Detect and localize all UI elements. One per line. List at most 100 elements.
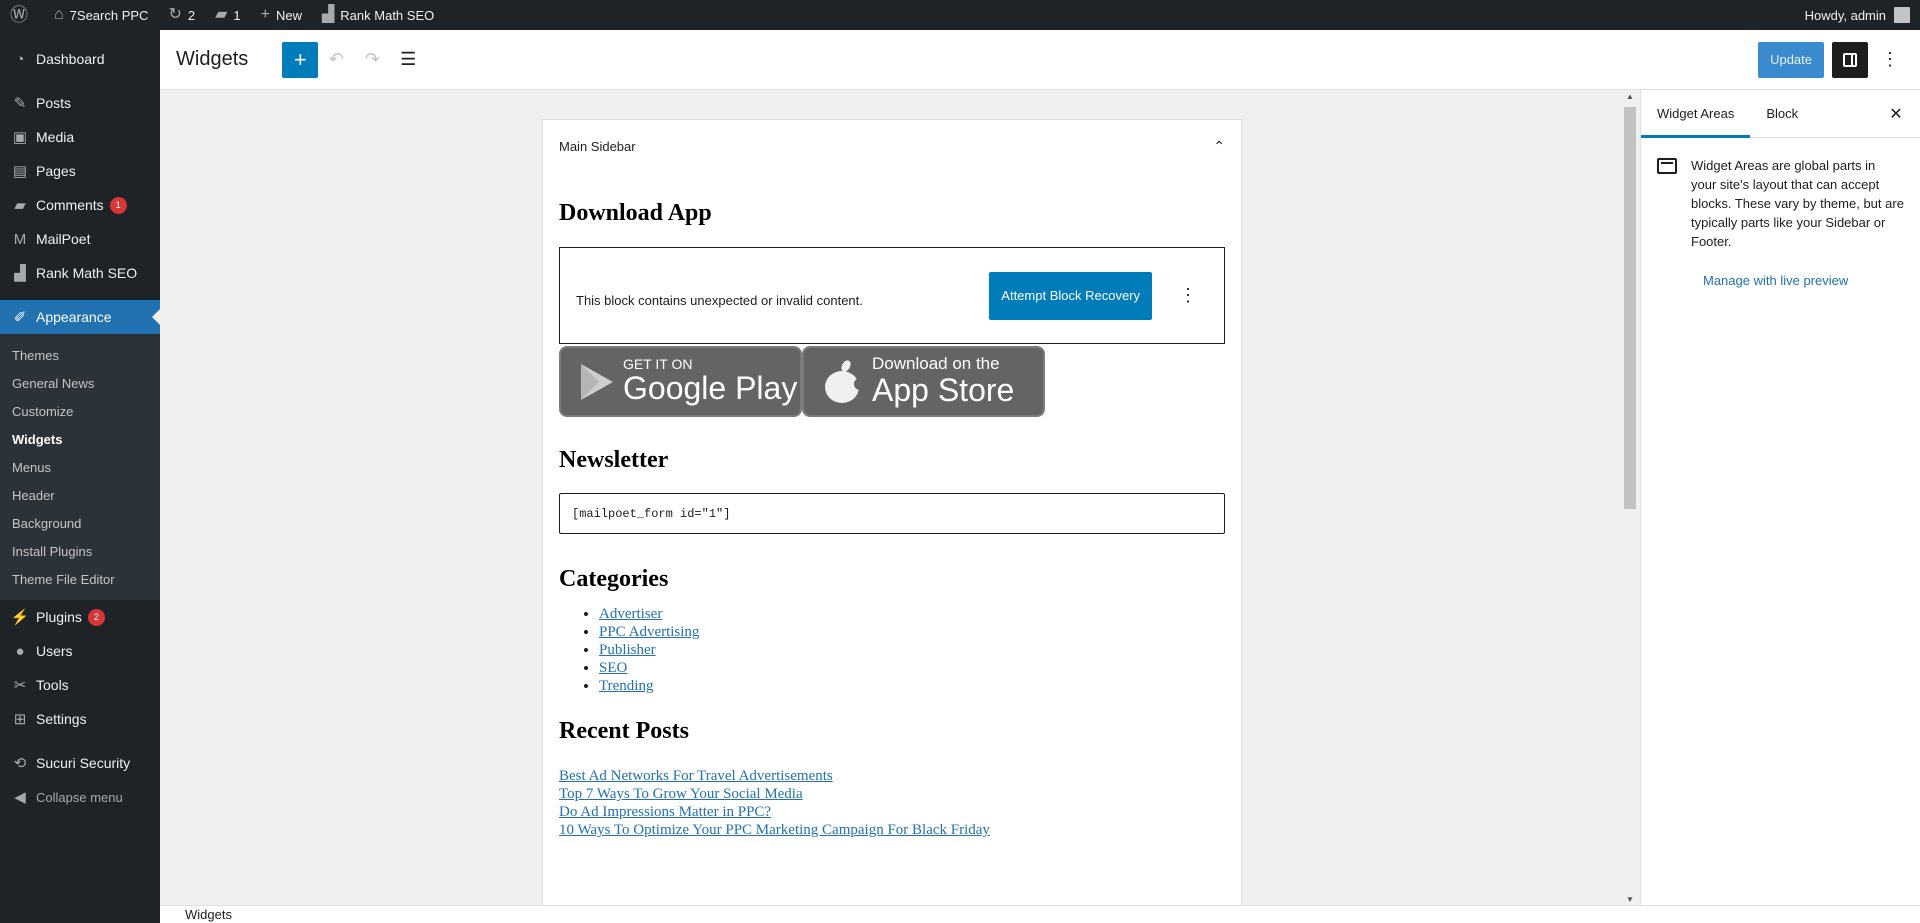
category-link[interactable]: Trending [599,678,653,694]
redo-button[interactable]: ↷ [354,42,390,78]
admin-bar: Ⓦ ⌂ 7Search PPC ↻ 2 ▰ 1 + New ▟ Rank Mat… [0,0,1920,30]
recent-posts-list: Best Ad Networks For Travel Advertisemen… [559,767,1225,839]
recent-post-link[interactable]: Do Ad Impressions Matter in PPC? [559,803,1225,821]
collapse-menu-button[interactable]: ◀ Collapse menu [0,780,160,814]
google-play-icon [581,363,613,400]
updates-link[interactable]: ↻ 2 [158,0,205,30]
menu-item-users[interactable]: ● Users [0,634,160,668]
scroll-up-arrow-icon[interactable]: ▲ [1622,92,1638,101]
menu-item-label: Pages [36,163,76,179]
comments-link[interactable]: ▰ 1 [205,0,251,30]
menu-item-appearance[interactable]: ✐ Appearance [0,300,160,334]
shortcode-field[interactable]: [mailpoet_form id="1"] [559,493,1225,534]
canvas-scrollbar[interactable]: ▲ ▼ [1622,92,1638,904]
submenu-item-background[interactable]: Background [0,509,160,537]
apple-big-text: App Store [872,372,1015,409]
tab-block[interactable]: Block [1750,90,1814,137]
submenu-item-themes[interactable]: Themes [0,341,160,369]
menu-item-label: Media [36,129,75,145]
menu-item-label: Dashboard [36,51,105,67]
menu-item-mailpoet[interactable]: M MailPoet [0,222,160,256]
category-link[interactable]: SEO [599,660,627,676]
submenu-item-general-news[interactable]: General News [0,369,160,397]
category-link[interactable]: Advertiser [599,606,662,622]
category-link[interactable]: Publisher [599,642,656,658]
invalid-block-warning[interactable]: This block contains unexpected or invali… [559,247,1225,344]
home-icon: ⌂ [54,6,64,23]
settings-icon: ⊞ [13,711,27,728]
update-button[interactable]: Update [1758,41,1824,78]
menu-item-label: Users [36,643,73,659]
recent-post-link[interactable]: 10 Ways To Optimize Your PPC Marketing C… [559,821,1225,839]
more-vertical-icon: ⋮ [1881,49,1899,69]
close-sidebar-button[interactable]: ✕ [1872,90,1920,137]
settings-toggle-button[interactable] [1832,41,1868,78]
submenu-item-theme-file-editor[interactable]: Theme File Editor [0,565,160,593]
chevron-up-icon[interactable]: ⌃ [1213,138,1225,155]
menu-item-tools[interactable]: ✂ Tools [0,668,160,702]
recent-post-link[interactable]: Best Ad Networks For Travel Advertisemen… [559,767,1225,785]
categories-heading[interactable]: Categories [559,566,1225,593]
menu-item-posts[interactable]: ✎ Posts [0,86,160,120]
widget-areas-description: Widget Areas are global parts in your si… [1641,138,1920,251]
submenu-item-customize[interactable]: Customize [0,397,160,425]
rankmath-icon: ▟ [14,265,26,282]
play-big-text: Google Play [623,370,798,407]
newsletter-heading[interactable]: Newsletter [559,447,1225,474]
breadcrumb-widgets[interactable]: Widgets [185,907,232,922]
options-menu-button[interactable]: ⋮ [1872,42,1908,78]
tab-widget-areas[interactable]: Widget Areas [1641,90,1751,138]
scrollbar-thumb[interactable] [1624,107,1636,509]
download-app-heading[interactable]: Download App [559,200,1225,227]
menu-item-label: Sucuri Security [36,755,131,771]
my-account-link[interactable]: Howdy, admin [1795,0,1920,30]
wordpress-logo-link[interactable]: Ⓦ [0,0,44,30]
menu-item-rankmath[interactable]: ▟ Rank Math SEO [0,256,160,290]
manage-live-preview-link[interactable]: Manage with live preview [1641,273,1920,288]
menu-item-comments[interactable]: ▰ Comments 1 [0,188,160,222]
widget-area-main-sidebar: Main Sidebar ⌃ Download App This block c… [542,119,1242,905]
list-item: Trending [599,677,1225,695]
wrench-icon: ✂ [13,677,27,694]
block-more-options-button[interactable]: ⋮ [1168,285,1208,306]
plugins-icon: ⚡ [10,609,30,626]
submenu-item-widgets[interactable]: Widgets [0,425,160,453]
site-name-link[interactable]: ⌂ 7Search PPC [44,0,158,30]
rankmath-label: Rank Math SEO [340,7,435,23]
menu-item-label: Rank Math SEO [36,265,138,281]
paintbrush-icon: ✐ [13,309,27,326]
submenu-item-menus[interactable]: Menus [0,453,160,481]
menu-item-label: Settings [36,711,87,727]
undo-button[interactable]: ↶ [318,42,354,78]
submenu-item-install-plugins[interactable]: Install Plugins [0,537,160,565]
submenu-item-header[interactable]: Header [0,481,160,509]
editor-header: Widgets + ↶ ↷ ☰ Update ⋮ [160,30,1920,90]
menu-item-plugins[interactable]: ⚡ Plugins 2 [0,600,160,634]
app-store-badge[interactable]: Download on the App Store [802,346,1045,417]
menu-item-settings[interactable]: ⊞ Settings [0,702,160,736]
recent-post-link[interactable]: Top 7 Ways To Grow Your Social Media [559,785,1225,803]
category-link[interactable]: PPC Advertising [599,624,699,640]
menu-item-sucuri[interactable]: ⟲ Sucuri Security [0,746,160,780]
recent-posts-heading[interactable]: Recent Posts [559,718,1225,745]
add-block-button[interactable]: + [282,41,319,78]
list-view-button[interactable]: ☰ [390,42,426,78]
avatar [1894,7,1910,23]
menu-item-media[interactable]: ▣ Media [0,120,160,154]
menu-item-pages[interactable]: ▤ Pages [0,154,160,188]
admin-menu: ◔ Dashboard ✎ Posts ▣ Media ▤ Pages ▰ Co… [0,30,160,923]
editor-canvas: Main Sidebar ⌃ Download App This block c… [160,90,1640,905]
rankmath-link[interactable]: ▟ Rank Math SEO [312,0,444,30]
widget-area-header[interactable]: Main Sidebar ⌃ [543,120,1241,172]
store-badges: GET IT ON Google Play Download on the Ap… [559,346,1225,417]
menu-item-dashboard[interactable]: ◔ Dashboard [0,42,160,76]
new-label: New [275,7,302,23]
dashboard-icon: ◔ [15,50,25,68]
scroll-down-arrow-icon[interactable]: ▼ [1622,895,1638,904]
comment-icon: ▰ [14,197,26,214]
categories-list: Advertiser PPC Advertising Publisher SEO… [559,605,1225,695]
attempt-block-recovery-button[interactable]: Attempt Block Recovery [989,271,1152,320]
new-content-link[interactable]: + New [251,0,312,30]
invalid-block-message: This block contains unexpected or invali… [576,293,863,308]
google-play-badge[interactable]: GET IT ON Google Play [559,346,802,417]
